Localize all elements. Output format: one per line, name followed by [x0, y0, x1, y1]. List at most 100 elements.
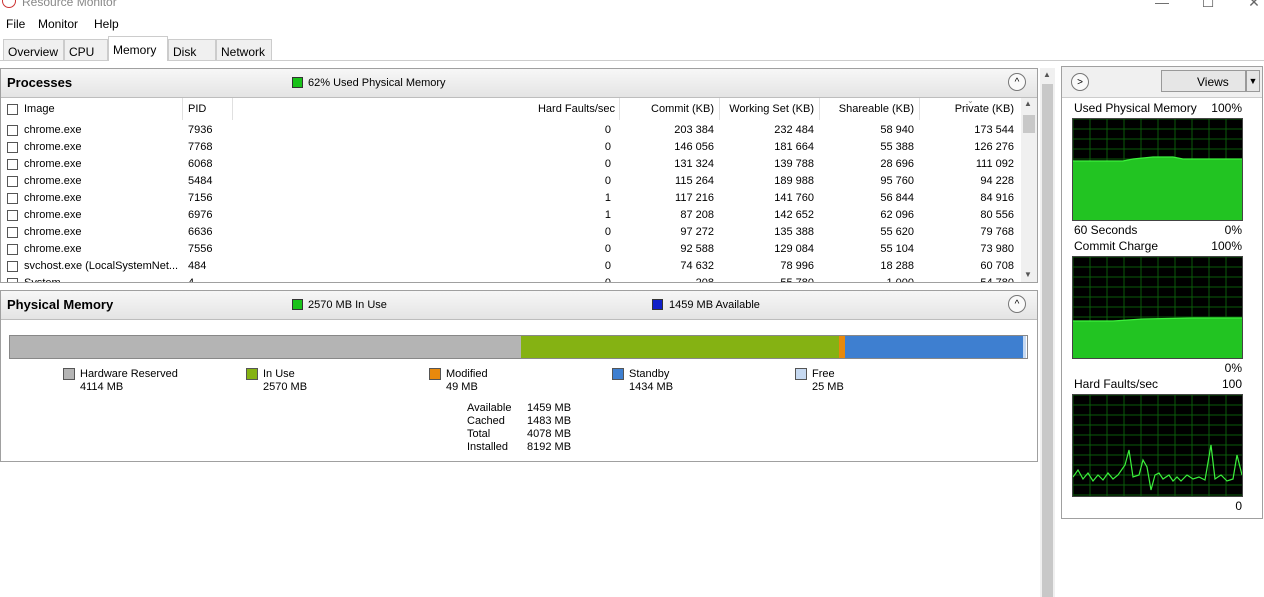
cell-hard-faults: 1 — [604, 192, 611, 204]
cell-pid: 7556 — [188, 243, 213, 255]
physical-memory-title: Physical Memory — [7, 297, 114, 312]
tab-network[interactable]: Network — [216, 39, 272, 60]
row-checkbox[interactable] — [7, 159, 18, 170]
stat-label: Total — [467, 428, 491, 440]
row-checkbox[interactable] — [7, 210, 18, 221]
scroll-up-icon[interactable]: ▲ — [1024, 99, 1032, 108]
processes-panel: Processes 62% Used Physical Memory ^ Ima… — [0, 68, 1038, 283]
stat-label: Cached — [467, 415, 505, 427]
minimize-button[interactable]: — — [1152, 0, 1172, 10]
cell-image: chrome.exe — [24, 158, 82, 170]
maximize-button[interactable]: ☐ — [1198, 0, 1218, 11]
main-scroll-thumb[interactable] — [1042, 84, 1053, 597]
legend-label-inuse: In Use — [263, 368, 295, 380]
cell-shareable: 1 000 — [886, 277, 914, 283]
graph-side-pane: > Views ▼ Used Physical Memory 100% 60 Sec… — [1061, 66, 1263, 519]
cell-working-set: 139 788 — [774, 158, 814, 170]
tab-disk[interactable]: Disk — [168, 39, 216, 60]
col-image[interactable]: Image — [24, 103, 55, 115]
table-row[interactable]: System 4 0 208 55 780 1 000 54 780 — [1, 275, 1021, 283]
in-use-summary: 2570 MB In Use — [308, 299, 387, 311]
row-checkbox[interactable] — [7, 261, 18, 272]
cell-working-set: 55 780 — [780, 277, 814, 283]
commit-charge-graph-title: Commit Charge — [1074, 239, 1159, 253]
col-commit[interactable]: Commit (KB) — [621, 103, 714, 115]
row-checkbox[interactable] — [7, 278, 18, 282]
col-working-set[interactable]: Working Set (KB) — [719, 103, 814, 115]
title-bar: Resource Monitor — ☐ ✕ — [0, 0, 1264, 14]
used-physical-memory-graph-footer: 60 Seconds — [1074, 223, 1138, 237]
sort-descending-icon: ⌄ — [967, 96, 974, 105]
table-row[interactable]: chrome.exe 7936 0 203 384 232 484 58 940 173 5… — [1, 122, 1021, 139]
stat-label: Available — [467, 402, 512, 414]
cell-hard-faults: 0 — [604, 243, 611, 255]
collapse-physical-memory-button[interactable]: ^ — [1008, 295, 1026, 313]
menu-monitor[interactable]: Monitor — [38, 17, 78, 31]
scroll-down-icon[interactable]: ▼ — [1024, 270, 1032, 279]
cell-image: chrome.exe — [24, 226, 82, 238]
row-checkbox[interactable] — [7, 193, 18, 204]
cell-image: chrome.exe — [24, 192, 82, 204]
collapse-processes-button[interactable]: ^ — [1008, 73, 1026, 91]
close-button[interactable]: ✕ — [1244, 0, 1264, 11]
main-scroll-up-icon[interactable]: ▲ — [1043, 70, 1051, 79]
tab-overview[interactable]: Overview — [3, 39, 64, 60]
cell-image: chrome.exe — [24, 124, 82, 136]
cell-working-set: 142 652 — [774, 209, 814, 221]
row-checkbox[interactable] — [7, 244, 18, 255]
processes-scrollbar[interactable]: ▲ ▼ — [1021, 98, 1037, 282]
col-hard-faults[interactable]: Hard Faults/sec — [461, 103, 615, 115]
table-row[interactable]: chrome.exe 6976 1 87 208 142 652 62 096 80 556 — [1, 207, 1021, 224]
table-row[interactable]: svchost.exe (LocalSystemNet... 484 0 74 632… — [1, 258, 1021, 275]
table-row[interactable]: chrome.exe 7156 1 117 216 141 760 56 844 84 91… — [1, 190, 1021, 207]
cell-private: 173 544 — [974, 124, 1014, 136]
cell-commit: 131 324 — [674, 158, 714, 170]
column-separator — [232, 98, 233, 120]
menu-help[interactable]: Help — [94, 17, 119, 31]
table-row[interactable]: chrome.exe 6636 0 97 272 135 388 55 620 79 768 — [1, 224, 1021, 241]
hard-faults-graph-title: Hard Faults/sec — [1074, 377, 1159, 391]
legend-swatch-standby — [612, 368, 624, 380]
cell-private: 94 228 — [980, 175, 1014, 187]
stat-value: 1483 MB — [527, 415, 572, 427]
row-checkbox[interactable] — [7, 125, 18, 136]
used-physical-memory-summary: 62% Used Physical Memory — [308, 77, 446, 89]
views-dropdown-button[interactable]: Views — [1161, 70, 1246, 92]
cell-working-set: 135 388 — [774, 226, 814, 238]
row-checkbox[interactable] — [7, 227, 18, 238]
cell-shareable: 58 940 — [880, 124, 914, 136]
cell-image: chrome.exe — [24, 175, 82, 187]
legend-value-modified: 49 MB — [446, 381, 478, 393]
col-shareable[interactable]: Shareable (KB) — [819, 103, 914, 115]
processes-header[interactable]: Processes 62% Used Physical Memory ^ — [1, 69, 1037, 98]
cell-pid: 6068 — [188, 158, 213, 170]
commit-charge-graph-min: 0% — [1224, 361, 1242, 375]
table-row[interactable]: chrome.exe 7768 0 146 056 181 664 55 388 126 2… — [1, 139, 1021, 156]
legend-swatch-modified — [429, 368, 441, 380]
cell-hard-faults: 0 — [604, 277, 611, 283]
cell-commit: 92 588 — [680, 243, 714, 255]
window-title: Resource Monitor — [22, 0, 117, 9]
row-checkbox[interactable] — [7, 176, 18, 187]
resource-monitor-icon — [2, 0, 16, 8]
commit-charge-graph-area — [1073, 318, 1242, 358]
tab-memory[interactable]: Memory — [108, 36, 168, 61]
cell-shareable: 56 844 — [880, 192, 914, 204]
cell-pid: 6976 — [188, 209, 213, 221]
scroll-thumb[interactable] — [1023, 115, 1035, 133]
used-physical-memory-graph-title: Used Physical Memory — [1074, 101, 1197, 115]
expand-side-pane-button[interactable]: > — [1071, 73, 1089, 91]
menu-file[interactable]: File — [6, 17, 25, 31]
physical-memory-header[interactable]: Physical Memory 2570 MB In Use 1459 MB A… — [1, 291, 1037, 320]
col-pid[interactable]: PID — [188, 103, 206, 115]
table-row[interactable]: chrome.exe 7556 0 92 588 129 084 55 104 73 980 — [1, 241, 1021, 258]
used-physical-memory-graph-area — [1073, 157, 1242, 220]
table-row[interactable]: chrome.exe 6068 0 131 324 139 788 28 696 111 0… — [1, 156, 1021, 173]
cell-private: 126 276 — [974, 141, 1014, 153]
table-row[interactable]: chrome.exe 5484 0 115 264 189 988 95 760 94 22… — [1, 173, 1021, 190]
select-all-checkbox[interactable] — [7, 104, 18, 115]
main-scrollbar[interactable]: ▲ — [1040, 68, 1055, 597]
row-checkbox[interactable] — [7, 142, 18, 153]
tab-cpu[interactable]: CPU — [64, 39, 108, 60]
views-dropdown-arrow-icon[interactable]: ▼ — [1246, 70, 1260, 92]
